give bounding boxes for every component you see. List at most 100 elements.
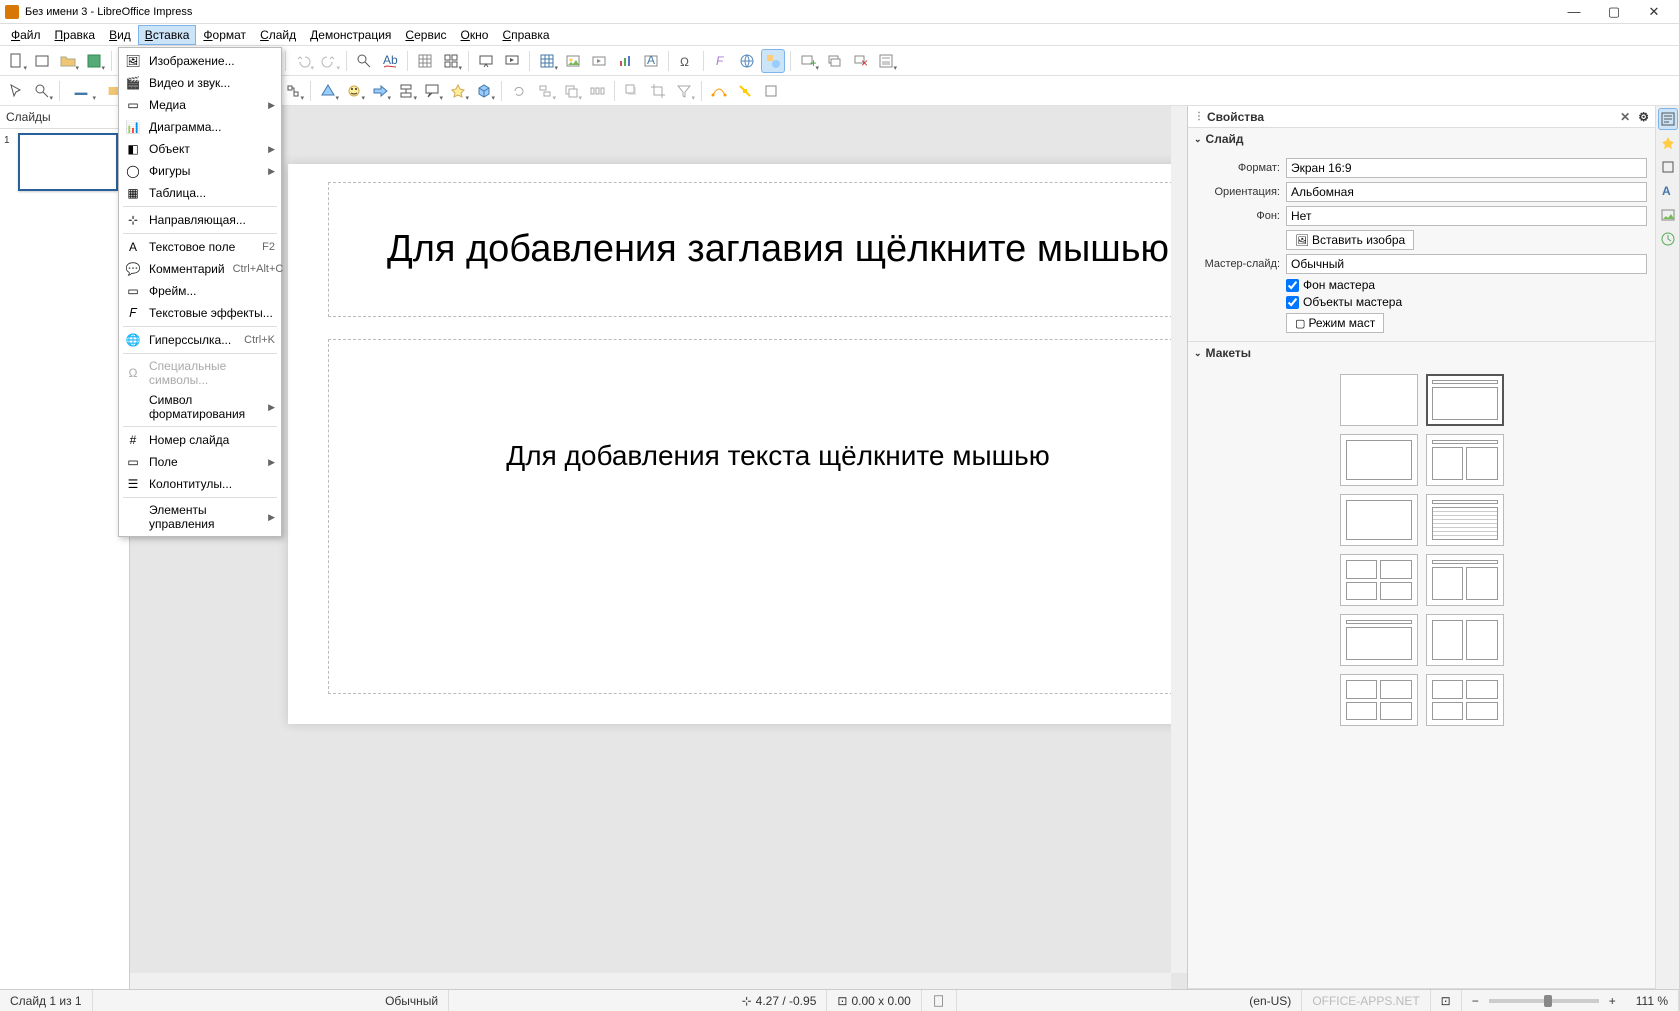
symbol-shapes-button[interactable]: ▾ [342,79,366,103]
insert-fontwork-button[interactable]: F [709,49,733,73]
menu-item-колонтитулы[interactable]: ☰Колонтитулы... [119,473,281,495]
menu-формат[interactable]: Формат [196,25,253,45]
insert-image-button-sidebar[interactable]: 🖼 Вставить изобра [1286,230,1414,250]
layout-option-11[interactable] [1426,674,1504,726]
arrange-button[interactable]: ▾ [559,79,583,103]
layout-option-10[interactable] [1340,674,1418,726]
minimize-button[interactable]: — [1554,1,1594,23]
redo-button[interactable]: ▾ [317,49,341,73]
templates-button[interactable] [30,49,54,73]
menu-item-фрейм[interactable]: ▭Фрейм... [119,280,281,302]
close-button[interactable]: ✕ [1634,1,1674,23]
display-grid-button[interactable] [413,49,437,73]
layout-option-7[interactable] [1426,554,1504,606]
content-placeholder[interactable]: Для добавления текста щёлкните мышью [328,339,1187,694]
points-button[interactable] [707,79,731,103]
sidebar-tab-properties[interactable] [1658,108,1678,130]
format-select[interactable]: Экран 16:9 [1286,158,1647,178]
shadow-button[interactable] [620,79,644,103]
menu-слайд[interactable]: Слайд [253,25,303,45]
draw-functions-button[interactable] [761,49,785,73]
crop-button[interactable] [646,79,670,103]
orientation-select[interactable]: Альбомная [1286,182,1647,202]
new-doc-button[interactable]: ▾ [4,49,28,73]
sidebar-tab-animation[interactable] [1658,156,1678,178]
insert-table-button[interactable]: ▾ [535,49,559,73]
menu-правка[interactable]: Правка [48,25,103,45]
master-background-checkbox[interactable] [1286,279,1299,292]
layout-option-4[interactable] [1340,494,1418,546]
align-button[interactable]: ▾ [533,79,557,103]
menu-справка[interactable]: Справка [495,25,556,45]
horizontal-scrollbar[interactable] [130,973,1171,989]
menu-item-элементы-управления[interactable]: Элементы управления▶ [119,500,281,534]
extrude-button[interactable] [759,79,783,103]
insert-chart-button[interactable] [613,49,637,73]
insert-hyperlink-button[interactable] [735,49,759,73]
status-signature[interactable] [922,990,957,1011]
layout-option-2[interactable] [1340,434,1418,486]
select-tool-button[interactable] [4,79,28,103]
delete-slide-button[interactable]: × [848,49,872,73]
presentation-button[interactable] [474,49,498,73]
master-mode-button[interactable]: ▢ Режим маст [1286,313,1384,333]
menu-item-диаграмма[interactable]: 📊Диаграмма... [119,116,281,138]
menu-item-медиа[interactable]: ▭Медиа▶ [119,94,281,116]
menu-item-текстовое-поле[interactable]: AТекстовое полеF2 [119,236,281,258]
presentation-first-button[interactable] [500,49,524,73]
menu-item-символ-форматирования[interactable]: Символ форматирования▶ [119,390,281,424]
line-color-button[interactable]: ▾ [65,79,97,103]
insert-media-button[interactable] [587,49,611,73]
title-placeholder[interactable]: Для добавления заглавия щёлкните мышью [328,182,1187,317]
menu-item-изображение[interactable]: 🖼Изображение... [119,50,281,72]
layout-option-1[interactable] [1426,374,1504,426]
3d-button[interactable]: ▾ [472,79,496,103]
menu-item-направляющая[interactable]: ⊹Направляющая... [119,209,281,231]
layout-option-0[interactable] [1340,374,1418,426]
filter-button[interactable]: ▾ [672,79,696,103]
layout-option-9[interactable] [1426,614,1504,666]
status-zoom-slider[interactable]: −+ [1462,990,1626,1011]
menu-item-текстовые-эффекты[interactable]: 𝐹Текстовые эффекты... [119,302,281,324]
rotate-button[interactable] [507,79,531,103]
layout-option-6[interactable] [1340,554,1418,606]
menu-item-комментарий[interactable]: 💬КомментарийCtrl+Alt+C [119,258,281,280]
basic-shapes-button[interactable]: ▾ [316,79,340,103]
menu-item-фигуры[interactable]: ◯Фигуры▶ [119,160,281,182]
find-button[interactable] [352,49,376,73]
dup-slide-button[interactable] [822,49,846,73]
menu-item-номер-слайда[interactable]: #Номер слайда [119,429,281,451]
flowchart-button[interactable]: ▾ [394,79,418,103]
save-button[interactable]: ▾ [82,49,106,73]
menu-файл[interactable]: Файл [4,25,48,45]
block-arrows-button[interactable]: ▾ [368,79,392,103]
master-slide-select[interactable]: Обычный [1286,254,1647,274]
menu-item-поле[interactable]: ▭Поле▶ [119,451,281,473]
master-objects-checkbox[interactable] [1286,296,1299,309]
connector-tool-button[interactable]: ▾ [281,79,305,103]
slide-thumbnail[interactable]: 1 [4,133,125,191]
sidebar-tab-transitions[interactable] [1658,132,1678,154]
layouts-section-header[interactable]: ⌄Макеты [1188,342,1655,364]
menu-демонстрация[interactable]: Демонстрация [303,25,398,45]
layout-slide-button[interactable]: ▾ [874,49,898,73]
layout-option-5[interactable] [1426,494,1504,546]
insert-specialchar-button[interactable]: Ω [674,49,698,73]
menu-item-видео-и-звук[interactable]: 🎬Видео и звук... [119,72,281,94]
maximize-button[interactable]: ▢ [1594,1,1634,23]
new-slide-button[interactable]: +▾ [796,49,820,73]
vertical-scrollbar[interactable] [1171,106,1187,973]
properties-close-icon[interactable]: ✕ [1620,110,1630,124]
sidebar-tab-master[interactable]: A [1658,180,1678,202]
spellcheck-button[interactable]: Abc [378,49,402,73]
zoom-tool-button[interactable]: ▾ [30,79,54,103]
status-lang[interactable]: (en-US) [1239,990,1302,1011]
menu-item-таблица[interactable]: ▦Таблица... [119,182,281,204]
insert-image-button[interactable] [561,49,585,73]
gluepoints-button[interactable] [733,79,757,103]
sidebar-tab-gallery[interactable] [1658,204,1678,226]
stars-button[interactable]: ▾ [446,79,470,103]
status-zoom-value[interactable]: 111 % [1626,990,1679,1011]
open-button[interactable]: ▾ [56,49,80,73]
menu-окно[interactable]: Окно [454,25,496,45]
